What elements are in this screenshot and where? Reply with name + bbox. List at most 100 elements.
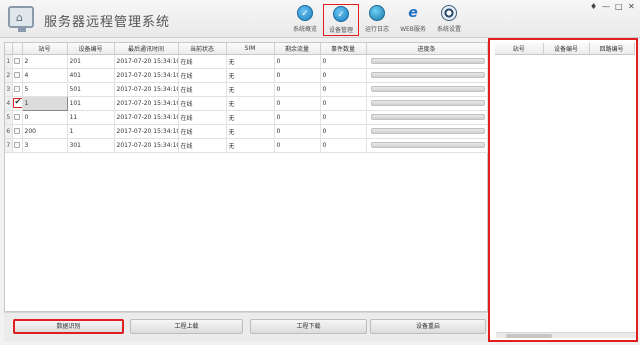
table-row[interactable]: 7 3 301 2017-07-20 15:34:10 在线无 0 0 [5,138,488,153]
table-row[interactable]: 3 5 501 2017-07-20 15:34:10 在线无 0 0 [5,82,488,97]
nav-system-settings[interactable]: 系统设置 [431,4,467,36]
app-logo-icon: ⌂ [8,6,34,32]
progress-bar [370,72,485,78]
horizontal-scrollbar[interactable] [496,332,636,338]
col-header-station[interactable]: 站号 [22,43,68,55]
checkbox[interactable] [14,128,20,134]
cell-last-comm-time: 2017-07-20 15:34:10 [114,96,179,111]
row-checkbox[interactable] [12,82,23,97]
cell-device-id: 1 [67,124,115,139]
device-restart-button[interactable]: 设备重启 [370,319,486,334]
row-checkbox[interactable] [12,124,23,139]
col-header-loop-id[interactable]: 回路编号 [589,43,635,55]
cell-station: 2 [22,54,68,69]
col-header-progress[interactable]: 进度条 [366,43,488,55]
table-row[interactable]: 1 2 201 2017-07-20 15:34:10 在线无 0 0 [5,54,488,69]
checkbox[interactable] [14,114,20,120]
table-row[interactable]: 411012017-07-20 15:34:10在线无00 [5,95,488,111]
cell-event-count: 0 [320,96,367,111]
pin-icon[interactable]: ♦ [590,2,597,11]
cell-sim: 无 [226,96,275,111]
cell-status: 在线 [178,138,227,153]
table-row[interactable]: 2 4 401 2017-07-20 15:34:10 在线无 0 0 [5,68,488,83]
cell-device-id: 101 [67,96,115,111]
progress-bar [370,100,485,106]
cell-progress [366,54,488,69]
nav-run-log[interactable]: 运行日志 [359,4,395,36]
cell-station: 200 [22,124,68,139]
restore-button[interactable]: □ [615,2,623,11]
row-index: 5 [5,110,13,125]
cell-device-id: 11 [67,110,115,125]
checkbox[interactable] [14,58,20,64]
nav-label: 设备管理 [328,27,353,34]
ie-browser-icon: e [408,5,418,21]
progress-bar [370,58,485,64]
cell-event-count: 0 [320,124,367,139]
nav-web-service[interactable]: e WEB服务 [395,4,431,36]
checkbox[interactable] [14,142,20,148]
cell-sim: 无 [226,138,275,153]
device-table-panel: 站号 设备编号 最后通讯时间 当前状态 SIM 剩余流量 事件数量 进度条 12… [4,42,488,312]
nav-label: 系统设置 [436,26,461,33]
row-index: 1 [5,54,13,69]
nav-label: WEB服务 [400,26,426,33]
eye-settings-icon [441,5,457,21]
checkbox[interactable] [14,72,20,78]
nav-label: 系统概览 [292,26,317,33]
row-checkbox[interactable] [12,110,23,125]
cell-sim: 无 [226,82,275,97]
cell-progress [366,96,488,111]
data-identify-button[interactable]: 数据识别 [13,319,124,334]
row-checkbox[interactable] [12,54,23,69]
table-header-row: 站号 设备编号 最后通讯时间 当前状态 SIM 剩余流量 事件数量 进度条 [5,43,488,55]
cell-remaining-traffic: 0 [274,124,321,139]
cell-station[interactable]: 1 [21,95,68,111]
row-checkbox[interactable] [12,96,23,111]
col-header-station[interactable]: 站号 [495,43,544,55]
scrollbar-thumb[interactable] [506,334,552,338]
cell-status: 在线 [178,54,227,69]
col-header-device-id[interactable]: 设备编号 [543,43,590,55]
cell-device-id: 301 [67,138,115,153]
cell-progress [366,124,488,139]
col-header-check[interactable] [12,43,23,55]
table-row[interactable]: 5 0 11 2017-07-20 15:34:10 在线无 0 0 [5,110,488,125]
row-checkbox[interactable] [12,138,23,153]
col-header-index [5,43,13,55]
cell-remaining-traffic: 0 [274,54,321,69]
cell-event-count: 0 [320,68,367,83]
nav-device-management[interactable]: ✓ 设备管理 [323,4,359,36]
col-header-remaining-traffic[interactable]: 剩余流量 [274,43,321,55]
cell-event-count: 0 [320,138,367,153]
cell-device-id: 201 [67,54,115,69]
col-header-last-comm-time[interactable]: 最后通讯时间 [114,43,179,55]
table-row[interactable]: 6 200 1 2017-07-20 15:34:10 在线无 0 0 [5,124,488,139]
minimize-button[interactable]: — [602,2,610,11]
col-header-status[interactable]: 当前状态 [178,43,227,55]
progress-bar [370,86,485,92]
checkbox[interactable] [12,97,21,108]
project-download-button[interactable]: 工程下载 [250,319,367,334]
row-checkbox[interactable] [12,68,23,83]
cell-remaining-traffic: 0 [274,82,321,97]
cell-remaining-traffic: 0 [274,110,321,125]
nav-label: 运行日志 [364,26,389,33]
nav-system-overview[interactable]: ✓ 系统概览 [287,4,323,36]
cell-progress [366,138,488,153]
cell-event-count: 0 [320,82,367,97]
progress-bar [370,114,485,120]
check-circle-icon: ✓ [297,5,313,21]
checkbox[interactable] [14,86,20,92]
row-index: 4 [5,96,13,111]
col-header-device-id[interactable]: 设备编号 [67,43,115,55]
cell-last-comm-time: 2017-07-20 15:34:10 [114,124,179,139]
cell-last-comm-time: 2017-07-20 15:34:10 [114,54,179,69]
col-header-sim[interactable]: SIM [226,43,275,55]
cell-sim: 无 [226,124,275,139]
close-button[interactable]: ✕ [628,2,635,11]
row-index: 6 [5,124,13,139]
col-header-event-count[interactable]: 事件数量 [320,43,367,55]
cell-device-id: 501 [67,82,115,97]
project-upload-button[interactable]: 工程上载 [130,319,243,334]
